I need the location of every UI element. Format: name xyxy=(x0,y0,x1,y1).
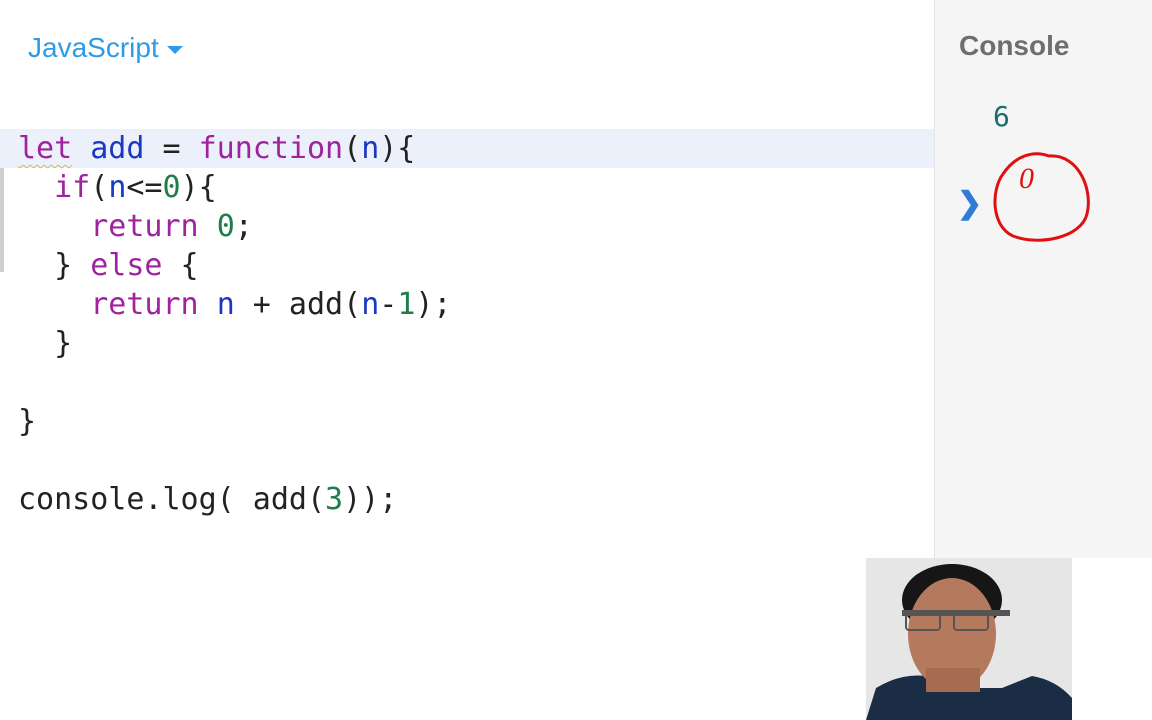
code-token: let xyxy=(18,131,73,166)
chevron-down-icon xyxy=(166,46,183,54)
code-token: console.log( add( xyxy=(18,482,326,517)
console-title: Console xyxy=(959,30,1070,61)
presenter-avatar xyxy=(866,558,1072,720)
code-token: n xyxy=(108,170,127,205)
code-line[interactable]: return 0; xyxy=(18,207,934,246)
code-token: = xyxy=(144,131,199,166)
code-token: } xyxy=(18,326,73,361)
background-panel xyxy=(1072,558,1152,720)
code-line[interactable] xyxy=(18,363,934,402)
code-line[interactable]: return n + add(n-1); xyxy=(18,285,934,324)
code-token: 0 xyxy=(162,170,181,205)
code-area[interactable]: let add = function(n){ if(n<=0){ return … xyxy=(0,129,934,519)
hand-drawn-circle-annotation xyxy=(993,152,1090,242)
code-token: )); xyxy=(343,482,398,517)
code-token: ){ xyxy=(180,170,217,205)
code-token: return xyxy=(90,287,199,322)
console-output-line: 6 xyxy=(993,100,1010,133)
code-token: ); xyxy=(415,287,452,322)
code-token: ; xyxy=(234,209,253,244)
code-token: 3 xyxy=(325,482,344,517)
code-token: ( xyxy=(343,131,362,166)
code-token: { xyxy=(162,248,199,283)
code-line[interactable]: } xyxy=(18,402,934,441)
code-line[interactable]: } else { xyxy=(18,246,934,285)
code-line[interactable] xyxy=(18,441,934,480)
code-token: function xyxy=(198,131,344,166)
code-token: - xyxy=(379,287,398,322)
code-token: n xyxy=(361,131,380,166)
code-token: <= xyxy=(126,170,163,205)
language-selector[interactable]: JavaScript xyxy=(28,30,183,66)
code-token: ){ xyxy=(379,131,416,166)
code-token: 1 xyxy=(397,287,416,322)
code-line[interactable]: if(n<=0){ xyxy=(18,168,934,207)
code-token: 0 xyxy=(216,209,235,244)
code-token: n xyxy=(216,287,235,322)
code-line[interactable]: let add = function(n){ xyxy=(0,129,934,168)
code-token: } xyxy=(18,248,91,283)
chevron-right-icon: ❯ xyxy=(957,187,983,220)
code-token: ( xyxy=(90,170,109,205)
code-token: else xyxy=(90,248,163,283)
language-label: JavaScript xyxy=(28,32,159,63)
code-line[interactable]: } xyxy=(18,324,934,363)
code-token: + add( xyxy=(234,287,362,322)
code-line[interactable]: console.log( add(3)); xyxy=(18,480,934,519)
code-token: return xyxy=(90,209,199,244)
code-token: add xyxy=(90,131,145,166)
webcam-overlay xyxy=(866,558,1072,720)
code-token: n xyxy=(361,287,380,322)
code-token: if xyxy=(54,170,91,205)
console-input[interactable]: 0 xyxy=(1019,162,1034,196)
code-editor-pane[interactable]: JavaScript let add = function(n){ if(n<=… xyxy=(0,0,934,720)
code-token: } xyxy=(18,404,37,439)
